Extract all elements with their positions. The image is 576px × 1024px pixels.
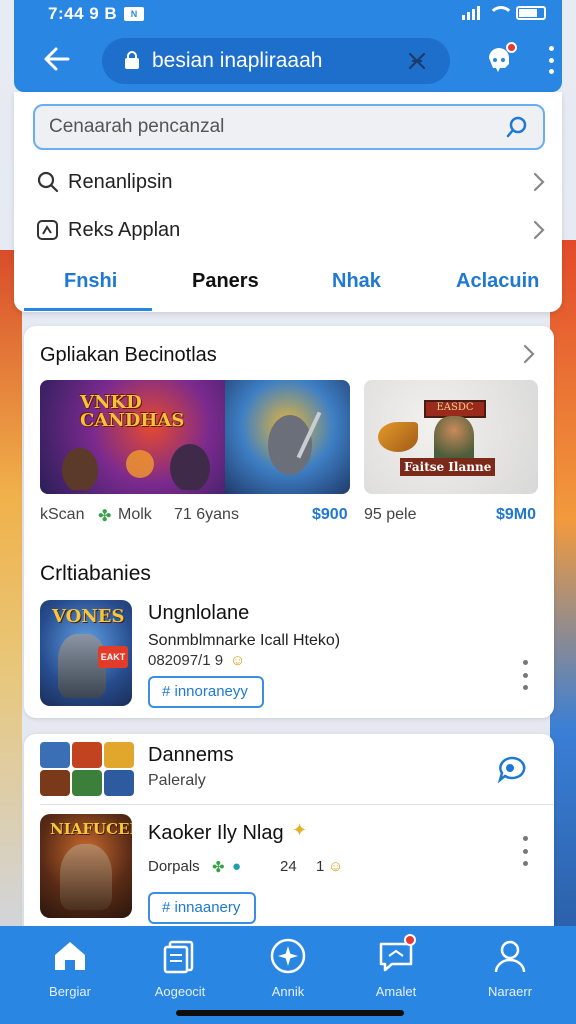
- profile-icon: [494, 940, 526, 973]
- clover-icon: ✤: [212, 859, 225, 876]
- item-installs: 95 pele: [364, 506, 417, 523]
- home-icon: [55, 942, 85, 970]
- kebab-menu-icon[interactable]: [520, 836, 530, 866]
- tab-aclacuin[interactable]: Aclacuin: [456, 270, 539, 293]
- section-title: Gpliakan Becinotlas: [40, 344, 217, 366]
- featured-banner-2[interactable]: EASDC Faitse Ilanne: [364, 380, 538, 494]
- status-bar: 7:44 9 B N: [0, 0, 576, 30]
- kebab-menu-icon[interactable]: [520, 660, 530, 690]
- hero-art: [434, 416, 474, 464]
- nav-messages[interactable]: Amalet: [346, 934, 446, 999]
- item-seller: Molk: [118, 506, 152, 523]
- lock-icon: [125, 51, 139, 69]
- chevron-right-icon[interactable]: [522, 342, 536, 366]
- featured-banner[interactable]: VNKD CANDHAS: [40, 380, 350, 494]
- library-icon: [163, 940, 194, 974]
- app-stat-number: 24: [280, 858, 297, 875]
- app-name[interactable]: Ungnlolane: [148, 602, 249, 625]
- notification-badge: [506, 42, 517, 53]
- smile-icon: ☺: [328, 858, 344, 875]
- app-stat-number: 1: [316, 858, 325, 875]
- app-square-icon: [37, 220, 58, 240]
- search-panel: Renanlipsin Reks Applan Fnshi Paners Nha…: [14, 92, 562, 312]
- suggestion-label: Renanlipsin: [68, 170, 173, 193]
- nav-compass[interactable]: Annik: [238, 936, 338, 999]
- suggestion-label: Reks Applan: [68, 218, 181, 241]
- nav-home[interactable]: Bergiar: [20, 936, 120, 999]
- address-bar[interactable]: besian inapliraaah: [102, 38, 450, 84]
- list-header-sub: Paleraly: [148, 772, 206, 789]
- nav-label: Aogeocit: [154, 984, 206, 999]
- search-icon[interactable]: [505, 115, 529, 139]
- tab-paners[interactable]: Paners: [192, 270, 259, 293]
- smile-icon: ☺: [230, 652, 246, 669]
- sparkle-icon: ✦: [292, 820, 308, 840]
- home-indicator[interactable]: [176, 1010, 404, 1016]
- nav-label: Annik: [271, 984, 305, 999]
- background-app-left: [0, 250, 22, 950]
- divider: [40, 804, 554, 805]
- status-time: 7:44 9 B: [48, 4, 118, 23]
- search-input[interactable]: [35, 106, 495, 148]
- wifi-icon: [488, 6, 514, 20]
- app-stats: Dorpals: [148, 858, 200, 875]
- address-url: besian inapliraaah: [152, 49, 323, 72]
- app-name[interactable]: Kaoker Ily Nlag: [148, 822, 284, 845]
- tab-bar: Fnshi Paners Nhak Aclacuin: [14, 258, 562, 312]
- clover-icon: ✤: [98, 508, 112, 525]
- tab-indicator: [24, 308, 152, 311]
- nav-library[interactable]: Aogeocit: [130, 936, 230, 999]
- section-title: Crltiabanies: [40, 562, 151, 585]
- tab-nhak[interactable]: Nhak: [332, 270, 381, 293]
- nav-label: Amalet: [375, 984, 417, 999]
- notification-badge: [404, 934, 416, 946]
- app-icon[interactable]: VONES EAKT: [40, 600, 132, 706]
- signal-icon: [462, 6, 480, 20]
- tag-button[interactable]: # innaanery: [148, 892, 257, 924]
- chat-icon[interactable]: [496, 754, 530, 784]
- item-installs: 71 6yans: [174, 506, 239, 523]
- notification-icon[interactable]: [486, 42, 517, 74]
- nav-label: Naraerr: [487, 984, 533, 999]
- item-rating: kScan: [40, 506, 85, 523]
- extension-icon[interactable]: [406, 50, 428, 72]
- chevron-right-icon: [533, 172, 545, 192]
- item-price: $900: [312, 506, 348, 523]
- app-grid-thumbnail[interactable]: [40, 742, 134, 796]
- featured-card: Gpliakan Becinotlas VNKD CANDHAS EASDC F…: [24, 326, 554, 718]
- tag-button[interactable]: # innoraneyy: [148, 676, 264, 708]
- back-arrow-icon[interactable]: [42, 44, 72, 74]
- item-price: $9M0: [496, 506, 537, 523]
- warrior-art: [62, 444, 210, 490]
- list-card: Dannems Paleraly NIAFUCEE Kaoker Ily Nla…: [24, 734, 554, 934]
- list-header-name[interactable]: Dannems: [148, 744, 234, 767]
- app-subtitle: Sonmblmnarke Icall Hteko): [148, 632, 341, 649]
- search-box: [33, 104, 545, 150]
- battery-icon: [516, 6, 546, 20]
- tab-fnshi[interactable]: Fnshi: [64, 270, 117, 293]
- overflow-menu-icon[interactable]: [544, 46, 558, 74]
- compass-icon: [270, 938, 306, 974]
- horn-art: [378, 422, 418, 452]
- sim-icon: N: [124, 7, 144, 21]
- suggestion-item[interactable]: Renanlipsin: [36, 164, 546, 200]
- app-icon[interactable]: NIAFUCEE: [40, 814, 132, 918]
- drop-icon: ●: [232, 858, 242, 875]
- suggestion-item[interactable]: Reks Applan: [36, 212, 546, 248]
- nav-label: Bergiar: [49, 984, 91, 999]
- chevron-right-icon: [533, 220, 545, 240]
- app-stats: 082097/1 9: [148, 652, 224, 669]
- search-icon: [37, 171, 59, 193]
- banner-logo: Faitse Ilanne: [400, 458, 496, 476]
- knight-art: [268, 411, 322, 475]
- banner-logo: VNKD CANDHAS: [80, 392, 185, 431]
- nav-profile[interactable]: Naraerr: [460, 936, 560, 999]
